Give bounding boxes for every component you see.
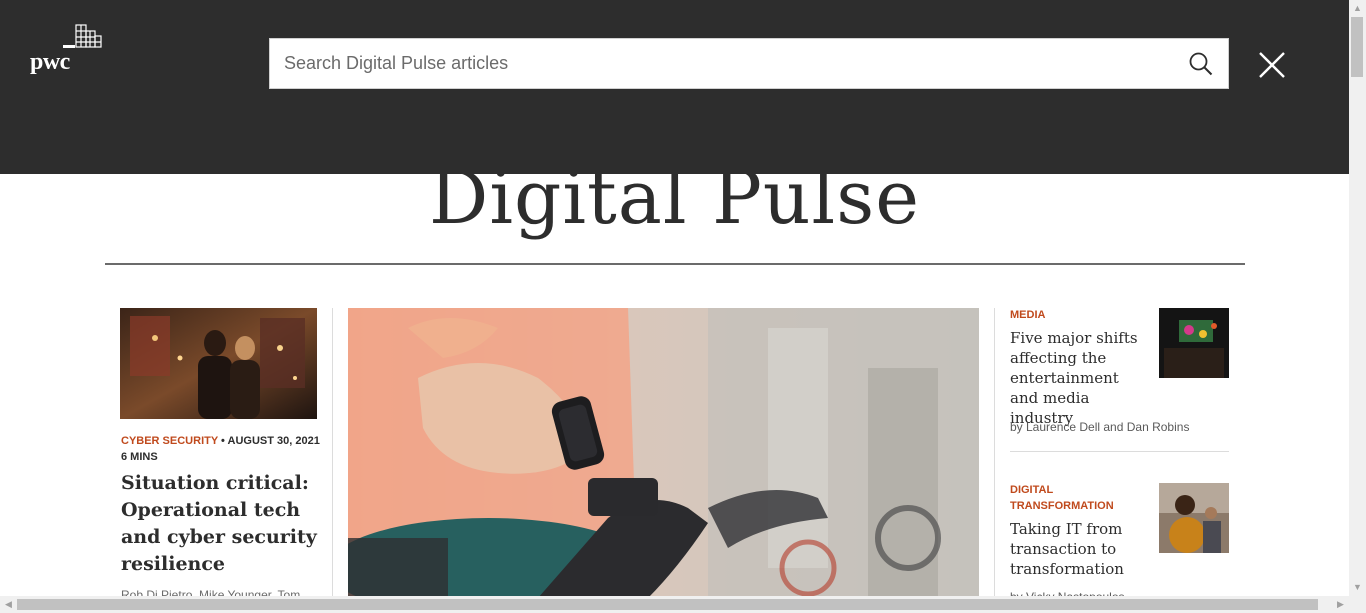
article-authors: by Laurence Dell and Dan Robins bbox=[1010, 420, 1190, 434]
article-category[interactable]: CYBER SECURITY bbox=[121, 435, 218, 447]
article-thumbnail-media[interactable] bbox=[1159, 308, 1229, 378]
article-category[interactable]: MEDIA bbox=[1010, 307, 1150, 323]
logo-building-icon bbox=[63, 24, 102, 48]
vertical-scrollbar[interactable]: ▲ ▼ bbox=[1349, 0, 1366, 596]
column-divider bbox=[332, 308, 333, 598]
article-meta: CYBER SECURITY • AUGUST 30, 2021 6 MINS bbox=[121, 435, 320, 463]
article-read-time: 6 MINS bbox=[121, 451, 158, 463]
article-headline[interactable]: Situation critical: Operational tech and… bbox=[121, 470, 326, 578]
search-input[interactable] bbox=[270, 39, 1170, 88]
article-thumbnail-digital-transformation[interactable] bbox=[1159, 483, 1229, 553]
article-divider bbox=[1010, 451, 1229, 452]
article-date: AUGUST 30, 2021 bbox=[227, 435, 320, 447]
scroll-up-icon[interactable]: ▲ bbox=[1349, 0, 1366, 17]
search-overlay-header: pwc bbox=[0, 0, 1349, 174]
scroll-right-icon[interactable]: ▶ bbox=[1332, 596, 1349, 613]
article-category[interactable]: DIGITAL TRANSFORMATION bbox=[1010, 482, 1150, 514]
column-divider bbox=[994, 308, 995, 598]
scroll-down-icon[interactable]: ▼ bbox=[1349, 579, 1366, 596]
scroll-left-icon[interactable]: ◀ bbox=[0, 596, 17, 613]
pwc-logo[interactable]: pwc bbox=[30, 22, 104, 78]
article-image-cyber-security[interactable] bbox=[120, 308, 317, 419]
horizontal-scroll-thumb[interactable] bbox=[17, 599, 1318, 610]
close-icon[interactable] bbox=[1258, 51, 1286, 79]
vertical-scroll-thumb[interactable] bbox=[1351, 17, 1363, 77]
search-box bbox=[269, 38, 1229, 89]
hero-image[interactable] bbox=[348, 308, 979, 598]
article-headline[interactable]: Five major shifts affecting the entertai… bbox=[1010, 328, 1150, 428]
title-divider bbox=[105, 263, 1245, 265]
horizontal-scrollbar[interactable]: ◀ ▶ bbox=[0, 596, 1366, 613]
article-headline[interactable]: Taking IT from transaction to transforma… bbox=[1010, 519, 1150, 579]
logo-text: pwc bbox=[30, 49, 70, 75]
search-icon[interactable] bbox=[1188, 51, 1214, 77]
